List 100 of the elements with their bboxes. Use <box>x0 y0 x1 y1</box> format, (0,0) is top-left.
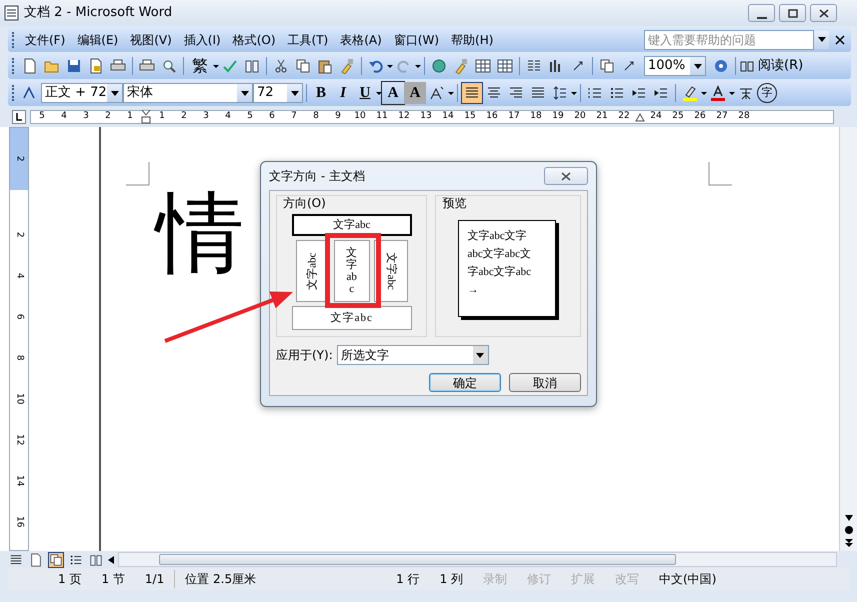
web-view-button[interactable] <box>28 552 44 568</box>
scroll-left-icon[interactable] <box>108 556 114 564</box>
ruler-number: 20 <box>573 110 587 124</box>
browse-object-icon[interactable] <box>844 525 854 535</box>
text-direction-option[interactable]: 文字abc <box>334 240 370 302</box>
maximize-button[interactable] <box>779 4 806 22</box>
preview-text: 文字abc文字 <box>467 228 528 244</box>
ok-button[interactable]: 确定 <box>429 373 501 392</box>
print-layout-button[interactable] <box>48 552 64 568</box>
text-direction-option[interactable]: 文字abc <box>292 306 412 330</box>
caret-icon[interactable] <box>701 92 707 94</box>
dropdown-button[interactable] <box>814 30 829 48</box>
font-combo[interactable]: 宋体 <box>123 83 253 103</box>
status-item: 1 列 <box>438 571 464 588</box>
clipboard-icon <box>317 58 333 74</box>
ruler-number: 13 <box>419 110 433 124</box>
ruler-number: 3 <box>82 110 90 124</box>
menu-item[interactable]: 表格(A) <box>334 30 388 50</box>
character-border-button[interactable]: A <box>382 82 404 104</box>
table-icon <box>475 58 491 74</box>
ruler-number: 6 <box>14 314 26 320</box>
ruler-number: 22 <box>617 110 631 124</box>
help-search-field[interactable]: 键入需要帮助的问题 <box>644 30 814 50</box>
menu-item[interactable]: 帮助(H) <box>445 30 500 50</box>
read-button[interactable]: 阅读(R) <box>739 55 804 77</box>
next-page-icon[interactable] <box>844 539 852 547</box>
zoom-combo[interactable]: 100% <box>644 56 706 76</box>
ruler-number: 3 <box>202 110 210 124</box>
traditional-chinese-button[interactable]: 繁 <box>187 55 213 77</box>
ruler-number: 28 <box>737 110 751 124</box>
vertical-scrollbar[interactable] <box>839 127 857 551</box>
enclose-characters-button[interactable]: 字 <box>757 83 777 103</box>
indent-marker-icon[interactable] <box>635 111 645 123</box>
globe-icon <box>431 58 447 74</box>
list-icon <box>587 85 603 101</box>
close-button[interactable] <box>810 4 837 22</box>
close-button[interactable] <box>544 167 588 185</box>
ruler-number: 7 <box>290 110 298 124</box>
font-size-combo[interactable]: 72 <box>253 83 303 103</box>
margin-corner-icon <box>708 162 732 186</box>
tab-selector-icon[interactable] <box>12 110 26 124</box>
ruler-number: 6 <box>268 110 276 124</box>
document-icon <box>88 58 104 74</box>
align-left-button[interactable] <box>461 82 483 104</box>
horizontal-scrollbar[interactable] <box>118 552 837 567</box>
menu-item[interactable]: 格式(O) <box>226 30 282 50</box>
status-item: 位置 2.5厘米 <box>184 571 258 588</box>
close-icon <box>561 172 571 180</box>
ruler-number: 18 <box>529 110 543 124</box>
ruler-number: 15 <box>463 110 477 124</box>
indent-marker-icon[interactable] <box>141 110 151 124</box>
menu-item[interactable]: 插入(I) <box>178 30 227 50</box>
ruler-number: 16 <box>14 516 26 528</box>
ruler-number: 17 <box>507 110 521 124</box>
text-direction-option[interactable]: 文字abc <box>292 214 412 236</box>
status-item: 扩展 <box>570 571 596 588</box>
caret-icon[interactable] <box>729 92 735 94</box>
menu-item[interactable]: 文件(F) <box>19 30 72 50</box>
ruler-number: 5 <box>38 110 46 124</box>
menu-item[interactable]: 视图(V) <box>124 30 178 50</box>
caret-icon[interactable] <box>415 64 421 68</box>
brush-icon <box>453 58 469 74</box>
ruler-number: 11 <box>375 110 389 124</box>
table-icon <box>497 58 513 74</box>
style-combo[interactable]: 正文 + 72 <box>41 83 123 103</box>
caret-icon[interactable] <box>376 92 382 94</box>
caret-icon[interactable] <box>571 92 577 94</box>
caret-icon[interactable] <box>387 64 393 68</box>
ruler-number: 4 <box>14 272 26 278</box>
ruler-number: 10 <box>14 392 26 404</box>
group-label: 方向(O) <box>283 196 327 210</box>
ruler-number: 1 <box>126 110 134 124</box>
ruler-number: 5 <box>246 110 254 124</box>
ruler-number: 2 <box>180 110 188 124</box>
document-icon <box>29 552 43 568</box>
bold-button[interactable]: B <box>310 82 332 104</box>
caret-icon[interactable] <box>448 92 454 94</box>
caret-icon <box>818 37 826 42</box>
apply-to-combo[interactable]: 所选文字 <box>336 345 489 365</box>
status-item: 改写 <box>614 571 640 588</box>
ruler-number: 8 <box>14 354 26 360</box>
scroll-down-icon[interactable] <box>844 515 852 521</box>
margin-corner-icon <box>126 162 150 186</box>
caret-icon[interactable] <box>213 64 219 68</box>
caret-icon <box>476 352 484 358</box>
character-shading-button[interactable]: A <box>404 82 426 104</box>
horizontal-ruler[interactable]: 5 4 3 2 1 1 2 3 4 5 6 7 8 9 10 11 12 13 14 15 16 17 18 19 20 21 22 24 25 26 27 28 <box>30 110 834 124</box>
menu-item[interactable]: 窗口(W) <box>388 30 446 50</box>
minimize-button[interactable] <box>748 4 775 22</box>
scissors-icon <box>273 58 289 74</box>
menu-item[interactable]: 编辑(E) <box>71 30 124 50</box>
ruler-number: 14 <box>441 110 455 124</box>
ruler-number: 21 <box>595 110 609 124</box>
italic-button[interactable]: I <box>332 82 354 104</box>
cancel-button[interactable]: 取消 <box>509 373 581 392</box>
book-icon <box>244 58 260 74</box>
menu-item[interactable]: 工具(T) <box>282 30 334 50</box>
underline-button[interactable]: U <box>354 82 376 104</box>
ruler-number: 8 <box>312 110 320 124</box>
close-icon[interactable] <box>835 34 845 44</box>
